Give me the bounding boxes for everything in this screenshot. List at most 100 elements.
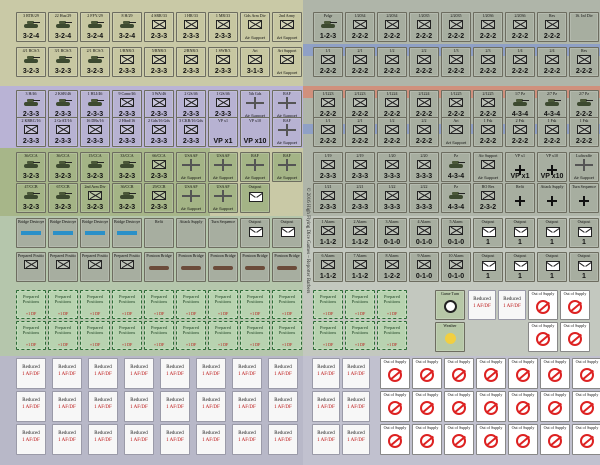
prepared-positions-marker[interactable]: Prepared Positions +1 DF (272, 290, 302, 319)
unit-counter[interactable]: USAAF Air Support (208, 152, 238, 182)
unit-counter[interactable]: 1 Fsk 2-2-2 (473, 117, 503, 147)
unit-counter[interactable]: 2/22 3-3-3 (409, 183, 439, 213)
reduced-marker[interactable]: Reduced 1 AF/DF (196, 391, 226, 422)
out-of-supply-marker[interactable]: Out of Supply (380, 424, 410, 455)
unit-counter[interactable]: 2/2 2-2-2 (409, 47, 439, 77)
unit-counter[interactable]: 1/1224 2-2-2 (377, 90, 407, 120)
unit-counter[interactable]: 16. Inf Div (569, 12, 599, 42)
unit-counter[interactable]: 66/CCA 2-3-3 (144, 152, 174, 182)
unit-counter[interactable]: 9 Camr/46 2-3-3 (112, 90, 142, 120)
unit-counter[interactable]: RAF Air Support (272, 152, 302, 182)
unit-counter[interactable]: Attack Supply (537, 183, 567, 213)
reduced-marker[interactable]: Reduced 1 AF/DF (232, 358, 262, 389)
unit-counter[interactable]: 15/CCA 3-2-3 (80, 152, 110, 182)
prepared-positions-marker[interactable]: Prepared Positions +1 DF (313, 290, 343, 319)
unit-counter[interactable]: Outpost 1 (505, 218, 535, 248)
unit-counter[interactable]: 3 CKB/16 Gds 2-3-3 (176, 117, 206, 147)
unit-counter[interactable]: Outpost (240, 218, 270, 248)
out-of-supply-marker[interactable]: Out of Supply (572, 391, 600, 422)
unit-counter[interactable]: 4/1 RCS/3 3-2-3 (16, 47, 46, 77)
unit-counter[interactable]: 1/7 Pz 4-3-4 (505, 90, 535, 120)
unit-counter[interactable]: Pontoon Bridge (272, 252, 302, 282)
reduced-marker[interactable]: Reduced 1 AF/DF (124, 424, 154, 455)
prepared-positions-marker[interactable]: Prepared Positions +1 DF (377, 290, 407, 319)
unit-counter[interactable]: Turn Sequence (208, 218, 238, 248)
unit-counter[interactable]: 3/1 RCS/3 3-2-3 (48, 47, 78, 77)
unit-counter[interactable]: 29/CCR 2-3-3 (144, 183, 174, 213)
out-of-supply-marker[interactable]: Out of Supply (540, 358, 570, 389)
reduced-marker[interactable]: Reduced 1 AF/DF (342, 424, 370, 455)
unit-counter[interactable]: 33/CCA 3-2-3 (112, 152, 142, 182)
prepared-positions-marker[interactable]: Prepared Positions +1 DF (176, 321, 206, 350)
prepared-positions-marker[interactable]: Prepared Positions +1 DF (80, 321, 110, 350)
unit-counter[interactable]: 2/7 Pz 4-3-4 (537, 90, 567, 120)
out-of-supply-marker[interactable]: Out of Supply (508, 391, 538, 422)
unit-counter[interactable]: Outpost 1 (537, 252, 567, 282)
prepared-positions-marker[interactable]: Prepared Positions +1 DF (208, 321, 238, 350)
unit-counter[interactable]: 1 Alarm 1-1-2 (313, 218, 343, 248)
out-of-supply-marker[interactable]: Out of Supply (412, 391, 442, 422)
unit-counter[interactable]: 2/2036 2-2-2 (505, 12, 535, 42)
unit-counter[interactable]: USAAF Air Support (176, 183, 206, 213)
unit-counter[interactable]: 2nd Army Art Support (272, 12, 302, 42)
reduced-marker[interactable]: Reduced 1 AF/DF (52, 424, 82, 455)
prepared-positions-marker[interactable]: Prepared Positions +1 DF (48, 321, 78, 350)
reduced-marker[interactable]: Reduced 1 AF/DF (312, 358, 340, 389)
unit-counter[interactable]: Pzlgr 1-2-3 (313, 12, 343, 42)
unit-counter[interactable]: Outpost 1 (473, 218, 503, 248)
unit-counter[interactable]: Outpost 1 (473, 252, 503, 282)
unit-counter[interactable]: Pontoon Bridge (176, 252, 206, 282)
unit-counter[interactable]: 1 GS/46 2-3-3 (208, 90, 238, 120)
unit-counter[interactable]: 1/RNR/3 2-3-3 (112, 47, 142, 77)
reduced-marker[interactable]: Reduced 1 AF/DF (160, 358, 190, 389)
out-of-supply-marker[interactable]: Out of Supply (476, 424, 506, 455)
unit-counter[interactable]: Art 3-1-3 (240, 47, 270, 77)
unit-counter[interactable]: 8 Alarm 1-2-2 (377, 252, 407, 282)
prepared-positions-marker[interactable]: Prepared Positions +1 DF (16, 290, 46, 319)
reduced-marker[interactable]: Reduced 1 AF/DF (52, 358, 82, 389)
unit-counter[interactable]: RAF Air Support (272, 90, 302, 120)
unit-counter[interactable]: Bridge Destroyed (16, 218, 46, 248)
unit-counter[interactable]: 2/2 2-2-2 (409, 117, 439, 147)
unit-counter[interactable]: 1/1223 2-2-2 (313, 90, 343, 120)
prepared-positions-marker[interactable]: Prepared Positions +1 DF (240, 290, 270, 319)
reduced-marker[interactable]: Reduced 1 AF/DF (342, 391, 370, 422)
unit-counter[interactable]: Luftwaffe Air Support (569, 152, 599, 182)
unit-counter[interactable]: 2/RNR/3 2-3-3 (176, 47, 206, 77)
reduced-marker[interactable]: Reduced 1 AF/DF (312, 424, 340, 455)
prepared-positions-marker[interactable]: Prepared Positions +1 DF (176, 290, 206, 319)
unit-counter[interactable]: Prepared Positions +1 DF (16, 252, 46, 282)
unit-counter[interactable]: 2/1 RCS/3 3-2-3 (80, 47, 110, 77)
reduced-marker[interactable]: Reduced 1 AF/DF (268, 358, 298, 389)
reduced-marker[interactable]: Reduced 1 AF/DF (16, 358, 46, 389)
reduced-marker[interactable]: Reduced 1 AF/DF (88, 358, 118, 389)
unit-counter[interactable]: 1 HR/33 2-3-3 (176, 12, 206, 42)
unit-counter[interactable]: 1/20 3-3-3 (377, 152, 407, 182)
prepared-positions-marker[interactable]: Prepared Positions +1 DF (345, 321, 375, 350)
unit-counter[interactable]: 2 Fsk 2-2-2 (505, 117, 535, 147)
out-of-supply-marker[interactable]: Out of Supply (508, 424, 538, 455)
unit-counter[interactable]: 2/1225 2-2-2 (473, 90, 503, 120)
unit-counter[interactable]: Pontoon Bridge (144, 252, 174, 282)
reduced-marker[interactable]: Reduced 1 AF/DF (232, 424, 262, 455)
unit-counter[interactable]: RAF Air Support (240, 152, 270, 182)
unit-counter[interactable]: Pontoon Bridge (240, 252, 270, 282)
unit-counter[interactable]: 2 KSB/46 2-3-3 (48, 90, 78, 120)
reduced-marker[interactable]: Reduced 1 AF/DF (342, 358, 370, 389)
weather-marker[interactable]: Weather (435, 322, 465, 352)
unit-counter[interactable]: 1/2035 2-2-2 (409, 12, 439, 42)
out-of-supply-marker[interactable]: Out of Supply (444, 391, 474, 422)
unit-counter[interactable]: 2/2034 2-2-2 (377, 12, 407, 42)
unit-counter[interactable]: 5 Alarm 0-1-0 (441, 218, 471, 248)
reduced-marker[interactable]: Reduced 1 AF/DF (160, 424, 190, 455)
unit-counter[interactable]: 2 Gds/16 Gds 2-3-3 (144, 117, 174, 147)
prepared-positions-marker[interactable]: Prepared Positions +1 DF (377, 321, 407, 350)
unit-counter[interactable]: Art Art Support (441, 117, 471, 147)
unit-counter[interactable]: 2/1223 2-2-2 (345, 90, 375, 120)
prepared-positions-marker[interactable]: Prepared Positions +1 DF (80, 290, 110, 319)
out-of-supply-marker[interactable]: Out of Supply (476, 358, 506, 389)
prepared-positions-marker[interactable]: Prepared Positions +1 DF (272, 321, 302, 350)
prepared-positions-marker[interactable]: Prepared Positions +1 DF (112, 321, 142, 350)
unit-counter[interactable]: Outpost 1 (537, 218, 567, 248)
unit-counter[interactable]: VP x10 VP x10 (537, 152, 567, 182)
